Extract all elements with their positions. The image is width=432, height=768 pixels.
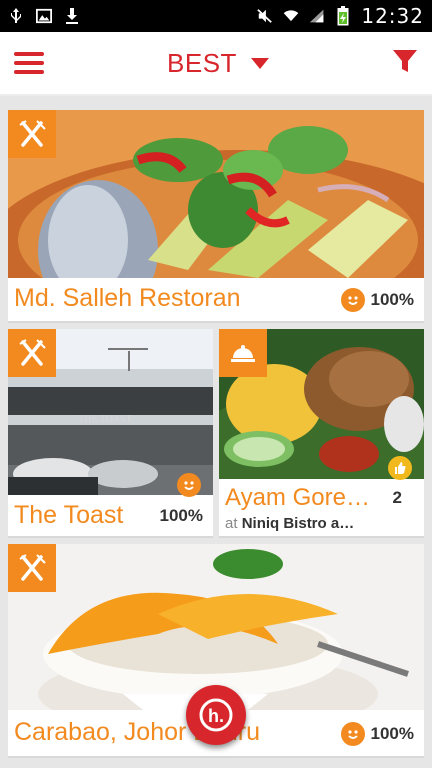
feed-card-ayam-goreng[interactable]: Ayam Gore… 2 at Niniq Bistro a… [219,329,424,538]
smiley-icon [340,722,365,746]
filter-funnel-icon[interactable] [392,48,418,79]
caret-down-icon [250,57,269,69]
rating: 100% [340,288,414,312]
serving-dish-icon [231,345,255,362]
likes-count: 2 [392,488,402,507]
venue-line: at Niniq Bistro a… [225,515,354,532]
restaurant-type-badge [8,544,56,592]
restaurant-type-badge [8,329,56,377]
thumbs-up-icon [388,456,412,480]
wifi-icon [283,8,299,24]
feed-card-md-salleh[interactable]: Md. Salleh Restoran 100% [8,110,424,323]
image-icon [36,8,52,24]
usb-icon [8,8,24,24]
category-dropdown[interactable]: BEST [167,48,269,79]
rating-value: 100% [370,290,414,309]
venue-name: Niniq Bistro a… [241,515,355,532]
hungrygowhere-logo-icon: h. [199,698,233,732]
smiley-icon [177,473,201,497]
battery-charging-icon [335,6,351,26]
rating-value: 100% [370,724,414,743]
rating: 100% [340,722,414,746]
at-label: at [225,515,238,532]
feed-card-the-toast[interactable]: THE TOAST The Toast 100% [8,329,213,538]
restaurant-name: Md. Salleh Restoran [14,284,241,312]
storefront-sign: THE TOAST [78,414,132,425]
dish-type-badge [219,329,267,377]
status-time: 12:32 [361,4,424,28]
fork-knife-icon [19,554,46,581]
restaurant-type-badge [8,110,56,158]
smiley-icon [340,288,365,312]
food-photo [8,110,424,278]
page-title: BEST [167,47,237,78]
fork-knife-icon [19,339,46,366]
app-bar: BEST [0,32,432,96]
signal-icon [309,8,325,24]
restaurant-name: The Toast [14,501,124,529]
status-bar: 12:32 [0,0,432,32]
mute-icon [257,8,273,24]
hamburger-menu-icon[interactable] [14,52,44,74]
svg-text:h.: h. [208,706,224,726]
download-icon [64,8,80,24]
fork-knife-icon [19,120,46,147]
rating-value: 100% [159,506,203,525]
dish-name: Ayam Gore… [225,484,370,511]
hungrygowhere-fab[interactable]: h. [186,685,246,745]
